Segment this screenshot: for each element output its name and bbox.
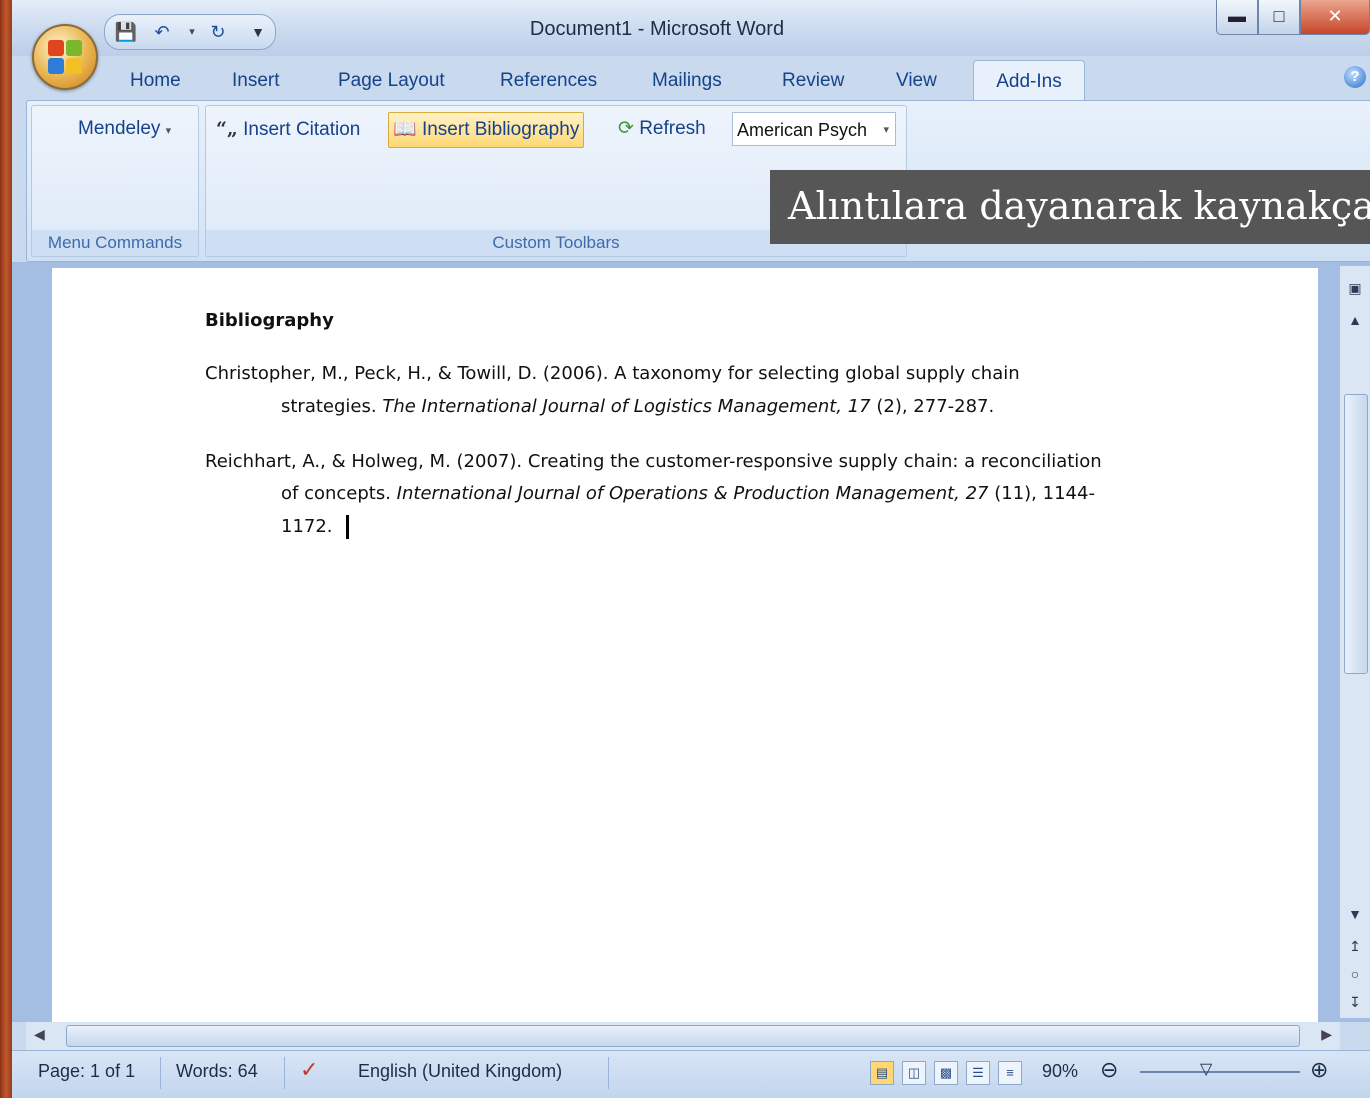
status-divider xyxy=(160,1057,161,1089)
citation-style-select[interactable]: American Psych ▾ xyxy=(732,112,896,146)
document-area: Bibliography Christopher, M., Peck, H., … xyxy=(12,262,1370,1028)
language-indicator[interactable]: English (United Kingdom) xyxy=(358,1061,562,1082)
bib-entry-2-line-1: Reichhart, A., & Holweg, M. (2007). Crea… xyxy=(205,451,1102,472)
tab-add-ins-label: Add-Ins xyxy=(996,71,1062,92)
browse-object-icon[interactable]: ○ xyxy=(1340,966,1370,982)
tooltip-overlay: Alıntılara dayanarak kaynakçay xyxy=(770,170,1370,244)
tab-review[interactable]: Review xyxy=(782,70,844,92)
bib-entry-2-line-2: of concepts. International Journal of Op… xyxy=(281,483,1095,504)
zoom-in-icon[interactable]: ⊕ xyxy=(1310,1057,1328,1083)
next-page-icon[interactable]: ↧ xyxy=(1340,994,1370,1011)
entry-2-text: of concepts. xyxy=(281,483,397,504)
group-label-menu-commands: Menu Commands xyxy=(32,230,198,256)
tab-mailings[interactable]: Mailings xyxy=(652,70,722,92)
desktop-edge xyxy=(0,0,12,1098)
bibliography-heading: Bibliography xyxy=(205,310,334,331)
proofing-icon[interactable]: ✓ xyxy=(300,1057,318,1083)
entry-1-pages: (2), 277-287. xyxy=(870,396,995,417)
horizontal-scrollbar[interactable]: ◀ ▶ xyxy=(26,1022,1340,1050)
document-page[interactable]: Bibliography Christopher, M., Peck, H., … xyxy=(52,268,1318,1028)
menu-commands-group: Mendeley ▾ Menu Commands xyxy=(31,105,199,257)
chevron-down-icon: ▾ xyxy=(883,124,889,136)
close-button[interactable]: ✕ xyxy=(1300,0,1370,35)
status-divider xyxy=(608,1057,609,1089)
insert-citation-button[interactable]: “„ Insert Citation xyxy=(216,112,360,146)
zoom-out-icon[interactable]: ⊖ xyxy=(1100,1057,1118,1083)
quote-icon: “„ xyxy=(216,118,238,140)
print-layout-icon[interactable]: ▤ xyxy=(870,1061,894,1085)
refresh-label: Refresh xyxy=(639,118,706,139)
entry-2-journal: International Journal of Operations & Pr… xyxy=(396,483,989,504)
scroll-left-icon[interactable]: ◀ xyxy=(34,1026,45,1043)
office-button[interactable] xyxy=(32,24,98,90)
tab-page-layout[interactable]: Page Layout xyxy=(338,70,445,92)
window-title: Document1 - Microsoft Word xyxy=(529,18,785,40)
chevron-down-icon: ▾ xyxy=(165,125,172,137)
mendeley-menu-button[interactable]: Mendeley ▾ xyxy=(78,112,171,146)
office-logo-icon xyxy=(48,40,82,74)
insert-bibliography-button[interactable]: 📖 Insert Bibliography xyxy=(388,112,585,148)
maximize-button[interactable]: □ xyxy=(1258,0,1300,35)
zoom-level[interactable]: 90% xyxy=(1042,1061,1078,1082)
vertical-scrollbar[interactable]: ▣ ▲ ▼ ↥ ○ ↧ xyxy=(1340,266,1370,1018)
help-icon[interactable]: ? xyxy=(1344,66,1366,88)
bib-entry-1-line-1: Christopher, M., Peck, H., & Towill, D. … xyxy=(205,363,1020,384)
zoom-slider-handle[interactable]: ▽ xyxy=(1200,1059,1212,1079)
word-window: 💾 ↶ ▾ ↻ ▼ Document1 - Microsoft Word ▬ □… xyxy=(12,0,1370,1098)
tab-references[interactable]: References xyxy=(500,70,597,92)
status-bar: Page: 1 of 1 Words: 64 ✓ English (United… xyxy=(12,1050,1370,1098)
book-icon: 📖 xyxy=(393,119,417,140)
word-count[interactable]: Words: 64 xyxy=(176,1061,258,1082)
vertical-scroll-thumb[interactable] xyxy=(1344,394,1368,674)
full-screen-reading-icon[interactable]: ◫ xyxy=(902,1061,926,1085)
tab-home[interactable]: Home xyxy=(130,70,181,92)
text-cursor xyxy=(346,515,349,539)
entry-1-journal: The International Journal of Logistics M… xyxy=(382,396,871,417)
scroll-up-icon[interactable]: ▲ xyxy=(1340,312,1370,328)
mendeley-label: Mendeley xyxy=(78,118,161,139)
insert-citation-label: Insert Citation xyxy=(243,119,361,140)
title-bar: 💾 ↶ ▾ ↻ ▼ Document1 - Microsoft Word ▬ □… xyxy=(12,0,1370,56)
entry-1-text: strategies. xyxy=(281,396,383,417)
zoom-slider-track[interactable] xyxy=(1140,1071,1300,1073)
web-layout-icon[interactable]: ▩ xyxy=(934,1061,958,1085)
insert-bibliography-label: Insert Bibliography xyxy=(421,119,580,140)
tab-add-ins[interactable]: Add-Ins xyxy=(973,60,1085,105)
page-indicator[interactable]: Page: 1 of 1 xyxy=(38,1061,135,1082)
ruler-toggle-icon[interactable]: ▣ xyxy=(1340,280,1370,297)
tab-view[interactable]: View xyxy=(896,70,937,92)
citation-style-value: American Psych xyxy=(737,120,868,140)
scroll-right-icon[interactable]: ▶ xyxy=(1321,1026,1332,1043)
draft-icon[interactable]: ≡ xyxy=(998,1061,1022,1085)
scroll-down-icon[interactable]: ▼ xyxy=(1340,906,1370,922)
status-divider xyxy=(284,1057,285,1089)
minimize-button[interactable]: ▬ xyxy=(1216,0,1258,35)
bib-entry-2-line-3: 1172. xyxy=(281,516,333,537)
refresh-icon: ⟳ xyxy=(618,118,634,139)
outline-icon[interactable]: ☰ xyxy=(966,1061,990,1085)
tab-insert[interactable]: Insert xyxy=(232,70,280,92)
horizontal-scroll-thumb[interactable] xyxy=(66,1025,1300,1047)
refresh-button[interactable]: ⟳ Refresh xyxy=(618,112,706,146)
previous-page-icon[interactable]: ↥ xyxy=(1340,938,1370,955)
ribbon-tabs: Home Insert Page Layout References Maili… xyxy=(12,56,1370,105)
bib-entry-1-line-2: strategies. The International Journal of… xyxy=(281,396,994,417)
entry-2-pages: (11), 1144- xyxy=(988,483,1095,504)
